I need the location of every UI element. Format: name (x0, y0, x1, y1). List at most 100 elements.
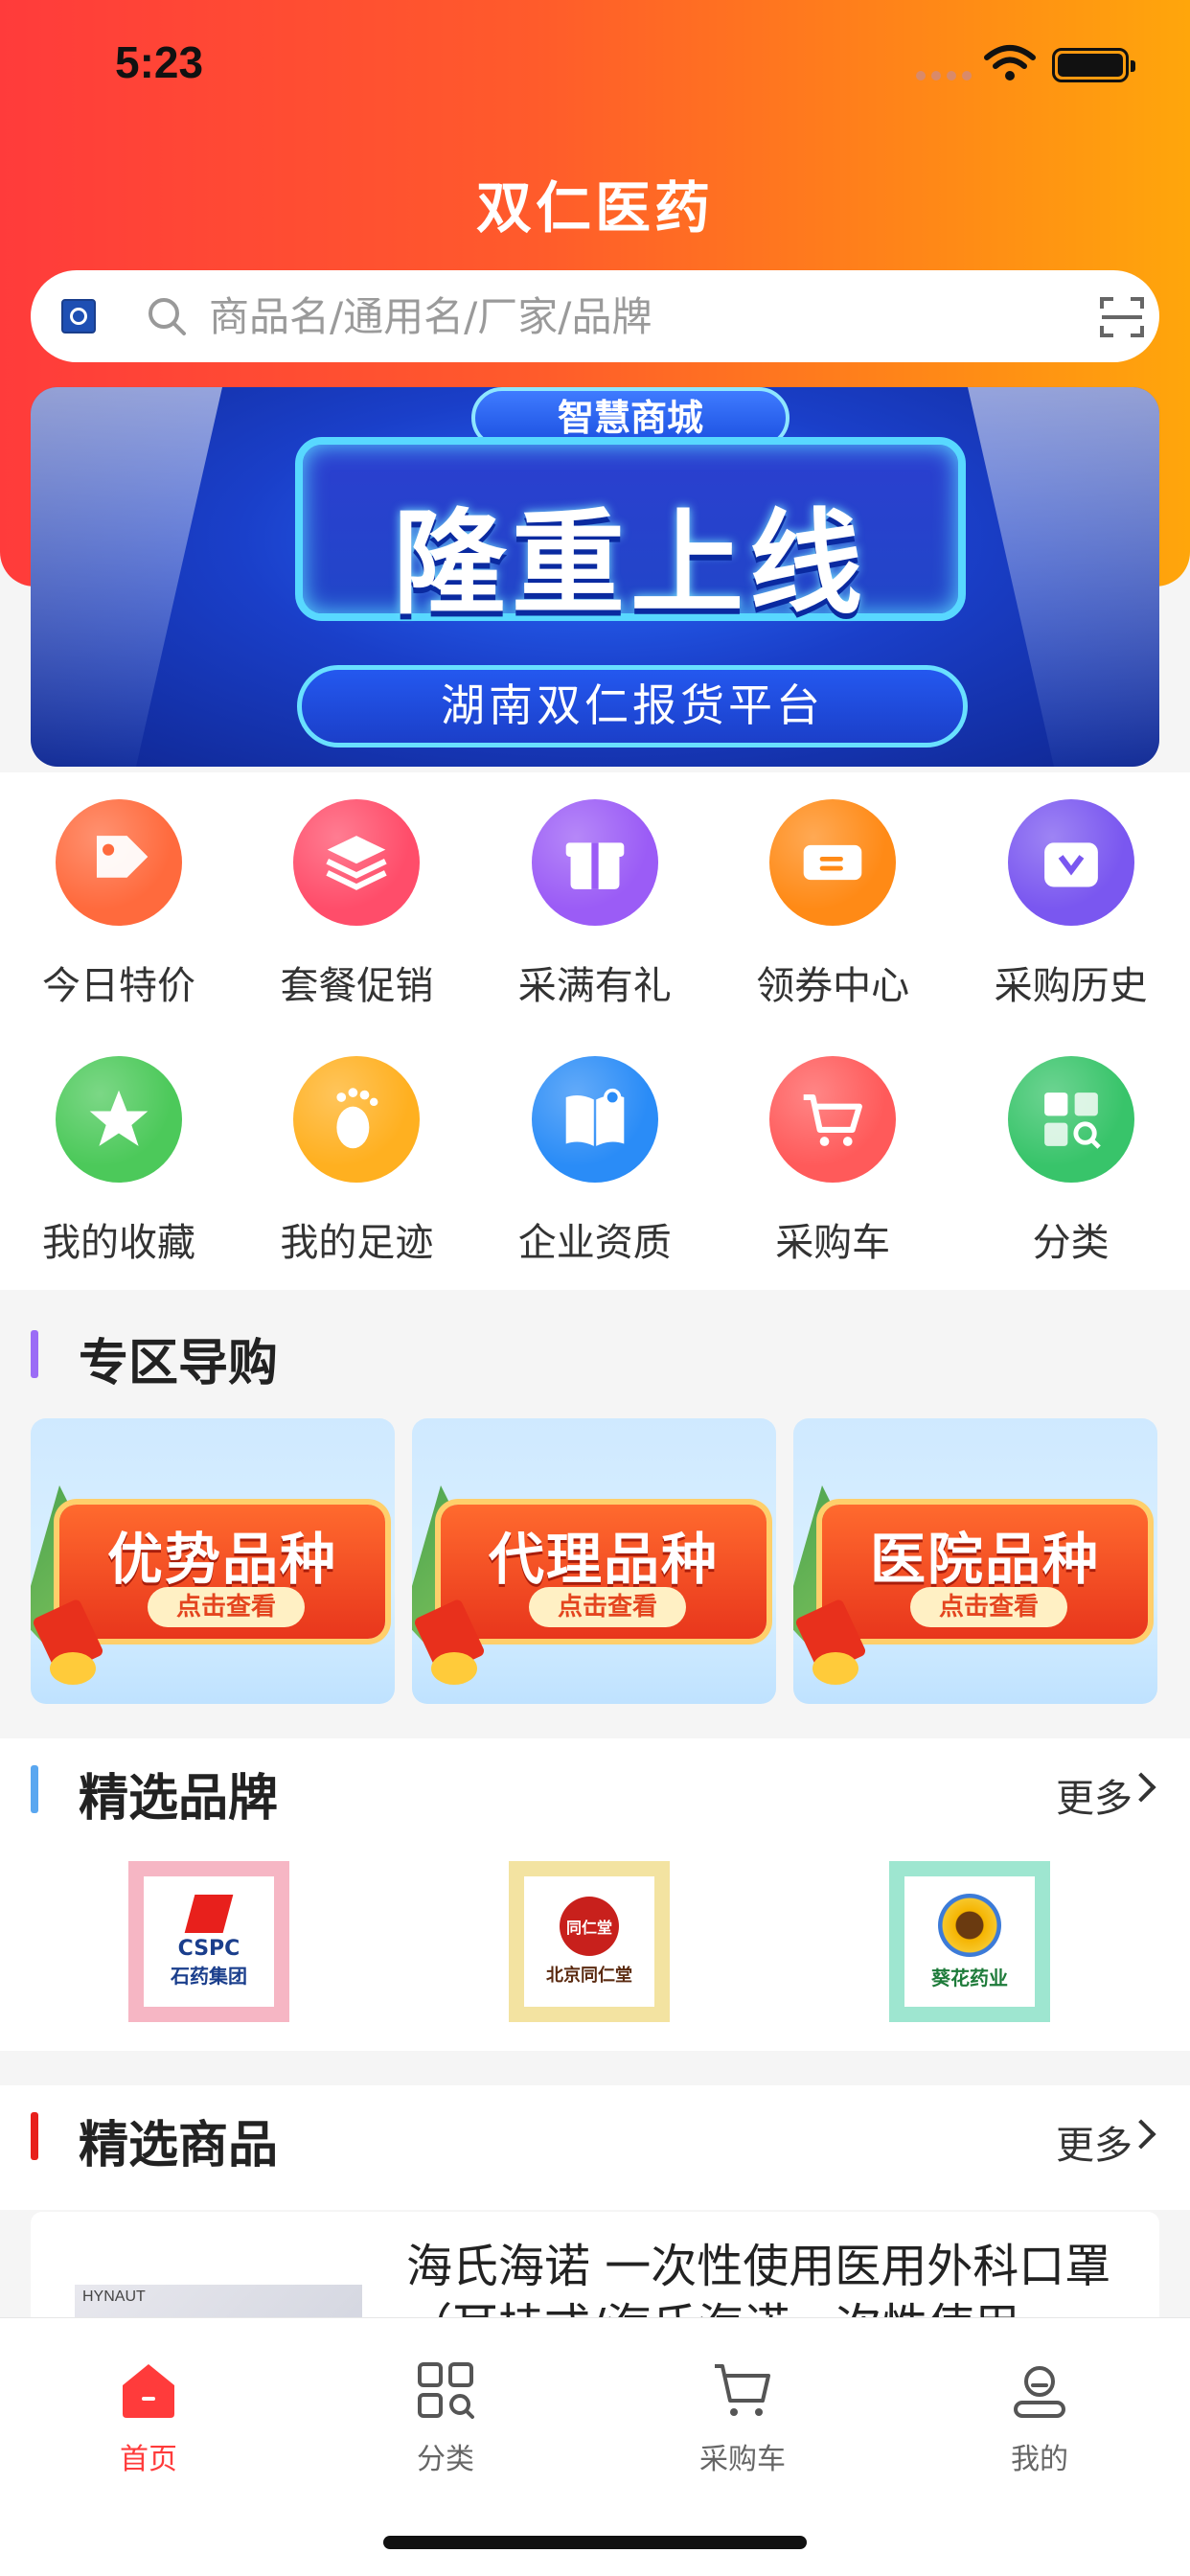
scan-icon[interactable] (1098, 293, 1146, 341)
home-indicator (383, 2536, 807, 2549)
search-icon (149, 298, 186, 335)
tab-label: 首页 (120, 2443, 177, 2476)
tab-profile[interactable]: 我的 (891, 2345, 1188, 2479)
products-more-link[interactable]: 更多 (1056, 2114, 1133, 2170)
quick-action-item[interactable]: 套餐促销 (238, 772, 475, 1008)
tab-label: 我的 (1011, 2443, 1068, 2476)
quick-action-label: 采购车 (775, 1221, 891, 1265)
zone-label: 代理品种 (488, 1527, 719, 1592)
zone-view-button[interactable]: 点击查看 (148, 1587, 305, 1627)
tag-icon (56, 799, 182, 926)
brand-line2: 北京同仁堂 (546, 1966, 632, 1986)
products-section: 精选商品 更多 (0, 2085, 1190, 2210)
quick-action-item[interactable]: 分类 (952, 1029, 1190, 1265)
search-bar[interactable]: 商品名/通用名/厂家/品牌 (31, 270, 1159, 362)
section-accent-bar (31, 1330, 38, 1378)
zone-board: 优势品种 点击查看 (59, 1505, 385, 1639)
zone-board: 代理品种 点击查看 (441, 1505, 767, 1639)
coin-icon (431, 1652, 477, 1685)
banner-headline-box: 隆重上线 (295, 437, 966, 630)
quick-action-label: 今日特价 (42, 964, 195, 1008)
sunflower-icon (938, 1893, 1001, 1957)
ticket-icon (769, 799, 897, 926)
wifi-icon (984, 45, 1036, 80)
quick-action-item[interactable]: 我的足迹 (238, 1029, 475, 1265)
brand-logo[interactable]: 葵花药业 (889, 1861, 1050, 2022)
home-icon (123, 2364, 174, 2418)
tab-label: 分类 (417, 2443, 474, 2476)
layers-icon (293, 799, 421, 926)
quick-action-item[interactable]: 领券中心 (714, 772, 951, 1008)
tab-label: 采购车 (699, 2443, 786, 2476)
quick-action-label: 我的足迹 (280, 1221, 434, 1265)
status-time: 5:23 (115, 37, 204, 87)
quick-action-label: 领券中心 (756, 964, 910, 1008)
brand-line2: 石药集团 (171, 1965, 247, 1988)
products-header: 精选商品 更多 (0, 2085, 1190, 2181)
search-input[interactable]: 商品名/通用名/厂家/品牌 (209, 293, 652, 341)
brand-line2: 葵花药业 (931, 1966, 1008, 1990)
quick-action-label: 分类 (1032, 1221, 1110, 1265)
brand-logo-icon (61, 299, 96, 334)
quick-action-label: 企业资质 (517, 1221, 672, 1265)
category-icon (1007, 1056, 1134, 1183)
page-title: 双仁医药 (475, 175, 714, 241)
section-accent-bar (31, 2112, 38, 2160)
signal-icon (916, 71, 972, 80)
quick-action-label: 采满有礼 (517, 964, 672, 1008)
quick-action-item[interactable]: 采满有礼 (476, 772, 714, 1008)
zone-label: 优势品种 (106, 1527, 337, 1592)
brands-header: 精选品牌 更多 (0, 1738, 1190, 1834)
tongrentang-seal: 同仁堂 (560, 1897, 619, 1956)
zone-card[interactable]: 医院品种 点击查看 (793, 1418, 1157, 1704)
footprint-icon (293, 1056, 421, 1183)
banner-headline: 隆重上线 (392, 497, 868, 630)
coin-icon (812, 1652, 858, 1685)
banner-subtitle: 湖南双仁报货平台 (297, 665, 968, 748)
book-icon (531, 1056, 658, 1183)
star-icon (56, 1056, 182, 1183)
brand-line1: CSPC (177, 1937, 240, 1961)
brand-logo-inner: 同仁堂 北京同仁堂 (524, 1876, 654, 2007)
quick-action-item[interactable]: 我的收藏 (0, 1029, 238, 1265)
quick-action-item[interactable]: 今日特价 (0, 772, 238, 1008)
zone-view-button[interactable]: 点击查看 (910, 1587, 1067, 1627)
zone-card[interactable]: 优势品种 点击查看 (31, 1418, 395, 1704)
section-accent-bar (31, 1765, 38, 1813)
stage-light (31, 387, 222, 767)
section-title: 精选商品 (79, 2117, 279, 2174)
status-bar: 5:23 (0, 0, 1190, 125)
brand-logo-inner: 葵花药业 (904, 1876, 1035, 2007)
cspc-mark-icon (184, 1895, 234, 1933)
quick-action-item[interactable]: 企业资质 (476, 1029, 714, 1265)
product-image-brand: HYNAUT (82, 2288, 146, 2305)
brand-line1: 同仁堂 (565, 1919, 612, 1937)
tab-category[interactable]: 分类 (297, 2345, 594, 2479)
zones-header: 专区导购 (0, 1303, 1190, 1399)
brand-logo[interactable]: CSPC 石药集团 (128, 1861, 289, 2022)
profile-icon (1014, 2366, 1065, 2418)
stage-light (968, 387, 1159, 767)
grid-search-icon (418, 2362, 474, 2419)
coin-icon (50, 1652, 96, 1685)
section-title: 精选品牌 (79, 1770, 279, 1828)
zone-board: 医院品种 点击查看 (822, 1505, 1148, 1639)
quick-action-label: 套餐促销 (280, 964, 434, 1008)
section-title: 专区导购 (79, 1335, 279, 1392)
tab-home[interactable]: 首页 (0, 2345, 297, 2479)
zone-view-button[interactable]: 点击查看 (529, 1587, 686, 1627)
promo-banner[interactable]: 智慧商城 隆重上线 湖南双仁报货平台 (31, 387, 1159, 767)
cart-icon (715, 2364, 770, 2416)
quick-action-item[interactable]: 采购车 (714, 1029, 951, 1265)
zone-card[interactable]: 代理品种 点击查看 (412, 1418, 776, 1704)
brand-logo-inner: CSPC 石药集团 (144, 1876, 274, 2007)
brands-more-link[interactable]: 更多 (1056, 1767, 1133, 1823)
brand-logo[interactable]: 同仁堂 北京同仁堂 (509, 1861, 670, 2022)
quick-action-label: 采购历史 (994, 964, 1148, 1008)
battery-icon (1052, 48, 1135, 82)
quick-action-item[interactable]: 采购历史 (952, 772, 1190, 1008)
quick-actions-panel: 今日特价 套餐促销 采满有礼 领券中心 采购历史我的收藏 我的足迹 企业资质 采购车 分类 (0, 772, 1190, 1290)
tab-cart[interactable]: 采购车 (594, 2345, 891, 2479)
gift-icon (531, 799, 658, 926)
bag-icon (1007, 799, 1134, 926)
